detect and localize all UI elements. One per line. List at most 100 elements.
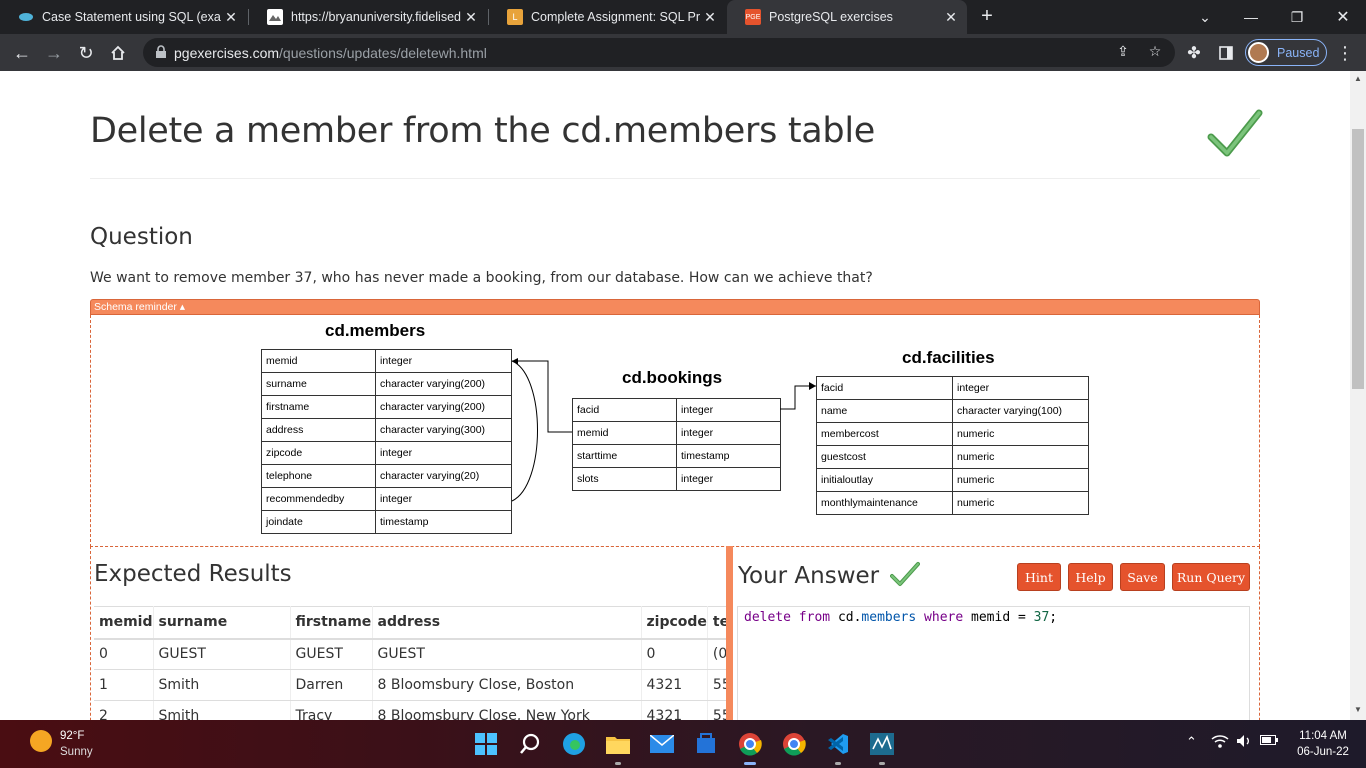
close-window-icon[interactable]: ✕: [1320, 0, 1366, 34]
address-bar[interactable]: pgexercises.com/questions/updates/delete…: [143, 38, 1175, 67]
back-icon[interactable]: ←: [9, 40, 35, 66]
restore-icon[interactable]: ❐: [1274, 0, 1320, 34]
tab-title: Case Statement using SQL (exam: [42, 10, 221, 24]
tab-favicon-icon: L: [507, 9, 523, 25]
tab-close-icon[interactable]: ✕: [941, 9, 961, 26]
sql-number: 37: [1033, 610, 1050, 625]
home-icon[interactable]: [105, 40, 131, 66]
table-cell: 2: [94, 700, 154, 720]
expected-results-table-wrapper[interactable]: memidsurnamefirstnameaddresszipcodetele …: [94, 606, 726, 720]
sql-keyword: delete: [744, 610, 791, 625]
your-answer-label: Your Answer: [738, 563, 880, 589]
menu-kebab-icon[interactable]: ⋮: [1332, 40, 1358, 66]
tab-complete-assignment[interactable]: L Complete Assignment: SQL Pract ✕: [489, 0, 726, 34]
side-panel-icon[interactable]: [1213, 40, 1239, 66]
success-check-icon: [1207, 109, 1263, 157]
clock-time: 11:04 AM: [1299, 730, 1347, 742]
show-hidden-icons-icon[interactable]: ⌃: [1186, 734, 1197, 750]
table-cell: Darren: [290, 669, 373, 701]
result-column-header: memid: [94, 606, 154, 640]
your-answer-heading: Your Answer: [738, 561, 921, 589]
expected-results-table: memidsurnamefirstnameaddresszipcodetele …: [94, 606, 726, 720]
battery-icon[interactable]: [1260, 734, 1278, 749]
wifi-icon[interactable]: [1211, 734, 1229, 751]
forward-icon[interactable]: →: [41, 40, 67, 66]
url-text: pgexercises.com/questions/updates/delete…: [174, 45, 487, 61]
system-clock[interactable]: 11:04 AM 06-Jun-22: [1288, 728, 1358, 760]
sql-table: members: [861, 610, 917, 625]
weather-sun-icon[interactable]: [30, 730, 52, 752]
mysql-workbench-icon[interactable]: [868, 730, 896, 758]
share-icon[interactable]: ⇪: [1113, 43, 1133, 63]
clock-date: 06-Jun-22: [1297, 746, 1349, 758]
sql-operator: =: [1017, 610, 1026, 625]
browser-toolbar: ← → ↻ pgexercises.com/questions/updates/…: [0, 34, 1366, 71]
table-cell: 8 Bloomsbury Close, New York: [372, 700, 642, 720]
new-tab-button[interactable]: +: [976, 5, 998, 27]
question-text: We want to remove member 37, who has nev…: [90, 270, 873, 286]
table-cell: 555: [707, 700, 726, 720]
taskbar: 92°F Sunny ⌃ 11:04 AM 06-Jun-22: [0, 720, 1366, 768]
page-title: Delete a member from the cd.members tabl…: [90, 111, 875, 151]
sql-schema: cd: [837, 610, 854, 625]
search-icon[interactable]: [516, 730, 544, 758]
minimize-icon[interactable]: —: [1228, 0, 1274, 34]
tab-search-icon[interactable]: ⌄: [1182, 0, 1228, 34]
page-content: Delete a member from the cd.members tabl…: [0, 71, 1350, 720]
tab-favicon-icon: PGE: [745, 9, 761, 25]
tab-favicon-icon: [267, 9, 283, 25]
vscode-icon[interactable]: [824, 730, 852, 758]
table-cell: 4321: [641, 700, 708, 720]
question-heading: Question: [90, 224, 193, 250]
tab-close-icon[interactable]: ✕: [700, 9, 720, 26]
tab-title: https://bryanuniversity.fidelisedu: [291, 10, 461, 24]
bookmark-star-icon[interactable]: ☆: [1145, 43, 1165, 63]
table-cell: GUEST: [153, 638, 291, 670]
scroll-down-icon[interactable]: ▼: [1350, 705, 1366, 714]
weather-description[interactable]: Sunny: [60, 746, 93, 758]
table-cell: 4321: [641, 669, 708, 701]
schema-reminder-toggle[interactable]: Schema reminder ▴: [90, 299, 1260, 315]
panel-resize-handle[interactable]: [726, 546, 733, 720]
windows-start-icon[interactable]: [472, 730, 500, 758]
run-query-button[interactable]: Run Query: [1172, 563, 1250, 591]
page-scrollbar[interactable]: ▲ ▼: [1350, 71, 1366, 720]
extensions-icon[interactable]: ✤: [1181, 40, 1207, 66]
mail-icon[interactable]: [648, 730, 676, 758]
reload-icon[interactable]: ↻: [73, 40, 99, 66]
sql-column: memid: [971, 610, 1011, 625]
scroll-up-icon[interactable]: ▲: [1350, 74, 1366, 83]
save-button[interactable]: Save: [1120, 563, 1165, 591]
sql-keyword: where: [924, 610, 964, 625]
tab-case-statement[interactable]: Case Statement using SQL (exam ✕: [0, 0, 247, 34]
sql-code: delete from cd.members where memid = 37;: [744, 610, 1058, 625]
result-column-header: surname: [153, 606, 291, 640]
file-explorer-icon[interactable]: [604, 730, 632, 758]
table-cell: GUEST: [290, 638, 373, 670]
volume-icon[interactable]: [1236, 734, 1252, 751]
url-host: pgexercises.com: [174, 45, 280, 61]
tab-postgresql-exercises[interactable]: PGE PostgreSQL exercises ✕: [727, 0, 967, 34]
edge-browser-icon[interactable]: [560, 730, 588, 758]
table-cell: 8 Bloomsbury Close, Boston: [372, 669, 642, 701]
table-row: 1 Smith Darren 8 Bloomsbury Close, Boston 43…: [94, 669, 726, 701]
schema-diagram: cd.members memid integer surname character …: [90, 315, 1260, 547]
sql-editor[interactable]: delete from cd.members where memid = 37;: [737, 606, 1250, 720]
chrome-profile-icon[interactable]: [736, 730, 764, 758]
scrollbar-thumb[interactable]: [1352, 129, 1364, 389]
table-cell: Smith: [153, 700, 291, 720]
tab-bryan-university[interactable]: https://bryanuniversity.fidelisedu ✕: [249, 0, 487, 34]
profile-button[interactable]: Paused: [1245, 39, 1327, 66]
help-button[interactable]: Help: [1068, 563, 1113, 591]
tab-close-icon[interactable]: ✕: [221, 9, 241, 26]
chrome-icon[interactable]: [780, 730, 808, 758]
hint-button[interactable]: Hint: [1017, 563, 1061, 591]
active-app-indicator: [744, 762, 756, 765]
tab-close-icon[interactable]: ✕: [461, 9, 481, 26]
profile-status: Paused: [1277, 45, 1320, 60]
store-icon[interactable]: [692, 730, 720, 758]
lock-icon: [156, 45, 166, 58]
table-cell: Smith: [153, 669, 291, 701]
expected-results-heading: Expected Results: [94, 561, 292, 587]
weather-temperature[interactable]: 92°F: [60, 730, 84, 742]
